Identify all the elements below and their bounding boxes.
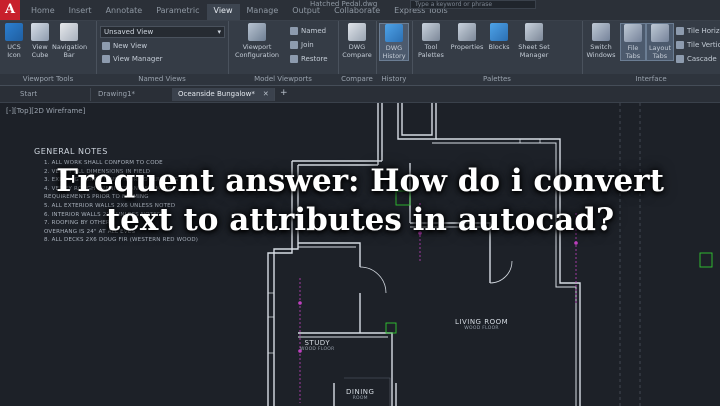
named-viewports-icon <box>290 27 298 35</box>
panel-history: DWG History History <box>376 21 413 85</box>
tile-vertically-button[interactable]: Tile Vertically <box>676 41 720 49</box>
search-input[interactable]: Type a keyword or phrase <box>410 0 536 9</box>
panel-label-compare: Compare <box>338 74 376 85</box>
dwg-history-icon <box>385 24 403 42</box>
close-tab-icon[interactable]: ✕ <box>263 90 269 98</box>
tile-horizontally-button[interactable]: Tile Horizontally <box>676 27 720 35</box>
panel-label-model-viewports: Model Viewports <box>228 74 338 85</box>
panel-palettes: Tool Palettes Properties Blocks Sheet Se… <box>412 21 583 85</box>
doc-tab-start[interactable]: Start <box>14 88 91 101</box>
ribbon-tabs: Home Insert Annotate Parametric View Manage Ou… <box>24 4 455 20</box>
view-cube-button[interactable]: View Cube <box>26 23 54 59</box>
sheet-set-manager-icon <box>525 23 543 41</box>
panel-label-palettes: Palettes <box>412 74 582 85</box>
panel-interface: Switch Windows File Tabs Layout Tabs Til… <box>582 21 720 85</box>
panel-label-named-views: Named Views <box>96 74 228 85</box>
navigation-bar-icon <box>60 23 78 41</box>
navigation-bar-button[interactable]: Navigation Bar <box>52 23 87 59</box>
panel-label-viewport-tools: Viewport Tools <box>0 74 96 85</box>
switch-windows-button[interactable]: Switch Windows <box>584 23 618 59</box>
doc-tab-oceanside-bungalow[interactable]: Oceanside Bungalow* ✕ <box>172 88 275 101</box>
tile-vertically-icon <box>676 41 684 49</box>
ucs-icon <box>5 23 23 41</box>
room-label-living-room: LIVING ROOM WOOD FLOOR <box>455 318 509 331</box>
panel-viewport-tools: UCS Icon View Cube Navigation Bar Viewpo… <box>0 21 97 85</box>
named-view-select[interactable]: Unsaved View ▾ <box>100 26 225 38</box>
cascade-icon <box>676 55 684 63</box>
switch-windows-icon <box>592 23 610 41</box>
panel-model-viewports: Viewport Configuration Named Join Restor… <box>228 21 339 85</box>
floor-plan-drawing <box>267 103 713 406</box>
title-bar: A Home Insert Annotate Parametric View Manage… <box>0 0 720 21</box>
document-tabs: Start Drawing1* Oceanside Bungalow* ✕ + <box>0 86 720 103</box>
window-title: Hatched Pedal.dwg <box>310 0 378 8</box>
panel-label-history: History <box>376 74 412 85</box>
layout-tabs-icon <box>651 24 669 42</box>
ribbon: UCS Icon View Cube Navigation Bar Viewpo… <box>0 21 720 86</box>
restore-icon <box>290 55 298 63</box>
room-label-study: STUDY WOOD FLOOR <box>300 339 335 352</box>
ribbon-tab-manage[interactable]: Manage <box>240 4 286 20</box>
new-view-icon <box>102 42 110 50</box>
panel-label-interface: Interface <box>582 74 720 85</box>
new-tab-button[interactable]: + <box>280 88 288 98</box>
properties-icon <box>458 23 476 41</box>
tool-palettes-button[interactable]: Tool Palettes <box>416 23 446 59</box>
dwg-compare-icon <box>348 23 366 41</box>
viewport-configuration-button[interactable]: Viewport Configuration <box>234 23 280 59</box>
drawing-canvas[interactable] <box>0 103 720 406</box>
tool-palettes-icon <box>422 23 440 41</box>
autocad-logo-icon[interactable]: A <box>0 0 20 20</box>
new-view-button[interactable]: New View <box>102 42 147 50</box>
blocks-button[interactable]: Blocks <box>486 23 512 51</box>
view-manager-icon <box>102 55 110 63</box>
restore-viewports-button[interactable]: Restore <box>290 55 328 63</box>
ribbon-tab-insert[interactable]: Insert <box>62 4 99 20</box>
ribbon-tab-home[interactable]: Home <box>24 4 62 20</box>
blocks-icon <box>490 23 508 41</box>
dwg-compare-button[interactable]: DWG Compare <box>341 23 373 59</box>
viewport-controls-label[interactable]: [-][Top][2D Wireframe] <box>6 107 85 115</box>
file-tabs-icon <box>624 24 642 42</box>
room-label-dining: DINING ROOM <box>346 388 375 401</box>
dwg-history-button[interactable]: DWG History <box>379 23 409 61</box>
ribbon-tab-view[interactable]: View <box>206 4 240 20</box>
layout-tabs-button[interactable]: Layout Tabs <box>646 23 674 61</box>
tile-horizontally-icon <box>676 27 684 35</box>
panel-compare: DWG Compare Compare <box>338 21 377 85</box>
chevron-down-icon: ▾ <box>217 28 221 36</box>
file-tabs-button[interactable]: File Tabs <box>620 23 646 61</box>
autocad-window: A Home Insert Annotate Parametric View Manage… <box>0 0 720 406</box>
headline-overlay: Frequent answer: How do i convert text t… <box>56 163 664 238</box>
properties-button[interactable]: Properties <box>450 23 484 51</box>
sheet-set-manager-button[interactable]: Sheet Set Manager <box>516 23 552 59</box>
ribbon-tab-annotate[interactable]: Annotate <box>99 4 150 20</box>
panel-named-views: Unsaved View ▾ New View View Manager Nam… <box>96 21 229 85</box>
viewport-configuration-icon <box>248 23 266 41</box>
view-cube-icon <box>31 23 49 41</box>
join-viewports-button[interactable]: Join <box>290 41 314 49</box>
ribbon-tab-parametric[interactable]: Parametric <box>149 4 206 20</box>
cascade-button[interactable]: Cascade <box>676 55 720 63</box>
join-icon <box>290 41 298 49</box>
named-viewports-button[interactable]: Named <box>290 27 326 35</box>
view-manager-button[interactable]: View Manager <box>102 55 163 63</box>
general-notes-title: GENERAL NOTES <box>34 147 108 156</box>
ucs-icon-button[interactable]: UCS Icon <box>0 23 28 59</box>
